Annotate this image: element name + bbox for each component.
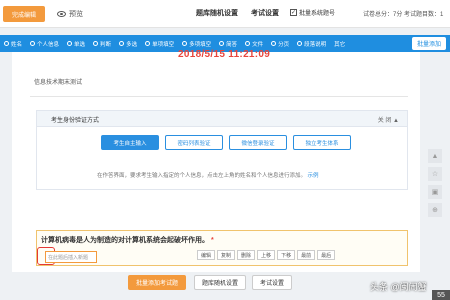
id-icon [30, 41, 36, 46]
toolbar-item-multi-choice[interactable]: 多选 [119, 40, 137, 48]
toolbar-label: 多选 [126, 41, 138, 48]
toolbar-label: 文件 [252, 41, 264, 48]
identity-verify-panel: 考生身份验证方式 关 闭 ▲ 考生自主输入 密码列表验证 微信登录验证 独立考生… [36, 110, 408, 190]
toolbar-label: 分页 [278, 41, 290, 48]
bank-settings-link[interactable]: 题库随机设置 [196, 8, 238, 18]
checkbox-icon[interactable]: ✓ [290, 9, 297, 16]
exam-settings-button[interactable]: 考试设置 [252, 275, 293, 290]
toolbar-label: 单项填空 [152, 41, 175, 48]
question-stem: 计算机病毒是人为制造的对计算机系统会起破坏作用。 [41, 237, 209, 244]
verify-title: 考生身份验证方式 [51, 118, 100, 124]
verify-option-password-list[interactable]: 密码列表验证 [165, 135, 223, 150]
toolbar-item-short-answer[interactable]: 简答 [219, 40, 237, 48]
right-float-tools: ▲ ☆ ▣ ⊕ [428, 149, 442, 217]
radio-icon [67, 41, 73, 46]
toolbar-label: 简答 [226, 41, 238, 48]
toolbar-item-single-choice[interactable]: 单选 [67, 40, 85, 48]
eye-icon [57, 11, 66, 17]
question-actions: 编辑 复制 删除 上移 下移 最前 最后 [197, 250, 336, 260]
top-bar: 完成编辑 预览 题库随机设置 考试设置 ✓ 批量系统题号 试卷总分：7分 考试题… [0, 0, 450, 28]
example-link[interactable]: 示例 [308, 173, 319, 179]
toolbar-item-single-fill[interactable]: 单项填空 [145, 40, 174, 48]
paragraph-icon [297, 41, 303, 46]
question-text: 计算机病毒是人为制造的对计算机系统会起破坏作用。 * [41, 235, 214, 245]
timestamp: 2018/5/15 11:21:09 [178, 49, 271, 60]
toolbar-item-true-false[interactable]: 判断 [93, 40, 111, 48]
verify-option-independent[interactable]: 独立考生体系 [293, 135, 351, 150]
toolbar-item-page[interactable]: 分页 [271, 40, 289, 48]
verify-header: 考生身份验证方式 关 闭 ▲ [37, 111, 407, 127]
required-mark: * [210, 237, 214, 244]
move-up-button[interactable]: 上移 [257, 250, 276, 260]
toolbar-label: 多项填空 [189, 41, 212, 48]
question-block[interactable]: 计算机病毒是人为制造的对计算机系统会起破坏作用。 * 在此题后插入新题 编辑 复… [36, 230, 408, 266]
batch-add-exam-button[interactable]: 批量添加考试题 [128, 275, 187, 290]
feedback-icon[interactable]: ▣ [428, 185, 442, 199]
random-settings-button[interactable]: 题库随机设置 [194, 275, 247, 290]
copy-button[interactable]: 复制 [217, 250, 236, 260]
toolbar-label: 个人信息 [37, 41, 60, 48]
toolbar-item-paragraph[interactable]: 段落说明 [297, 40, 326, 48]
fill-icon [145, 41, 151, 46]
check-icon [93, 41, 99, 46]
verify-note: 在作答界面，要求考生输入指定的个人信息，点击左上角的姓名和个人信息进行添加。 示… [97, 171, 319, 179]
score-info: 试卷总分：7分 考试题目数：1 [363, 12, 444, 18]
verify-note-text: 在作答界面，要求考生输入指定的个人信息，点击左上角的姓名和个人信息进行添加。 [97, 173, 307, 179]
toolbar-item-file[interactable]: 文件 [245, 40, 263, 48]
page-icon [271, 41, 277, 46]
batch-number-label: 批量系统题号 [299, 11, 336, 17]
divider [30, 96, 408, 97]
scroll-top-icon[interactable]: ▲ [428, 149, 442, 163]
toolbar-item-multi-fill[interactable]: 多项填空 [182, 40, 211, 48]
toolbar-item-other[interactable]: 其它 [334, 40, 345, 48]
edit-button[interactable]: 编辑 [197, 250, 216, 260]
multi-icon [119, 41, 125, 46]
answer-icon [219, 41, 225, 46]
insert-question-link[interactable]: 在此题后插入新题 [45, 251, 97, 263]
fill-multi-icon [182, 41, 188, 46]
finish-edit-button[interactable]: 完成编辑 [3, 6, 45, 22]
toolbar-item-name[interactable]: 姓名 [4, 40, 22, 48]
watermark: 头条 @闽闹蟹 [370, 282, 427, 292]
collapse-toggle[interactable]: 关 闭 ▲ [378, 115, 399, 124]
favorite-icon[interactable]: ☆ [428, 167, 442, 181]
toolbar-item-personal-info[interactable]: 个人信息 [30, 40, 59, 48]
toolbar-label: 段落说明 [304, 41, 327, 48]
preview-label: 预览 [69, 11, 83, 18]
delete-button[interactable]: 删除 [237, 250, 256, 260]
preview-button[interactable]: 预览 [57, 8, 83, 20]
verify-option-self-input[interactable]: 考生自主输入 [101, 135, 159, 150]
person-icon [4, 41, 9, 46]
exam-settings-link[interactable]: 考试设置 [251, 8, 279, 18]
help-icon[interactable]: ⊕ [428, 203, 442, 217]
toolbar-label: 姓名 [11, 41, 23, 48]
batch-number-toggle[interactable]: ✓ 批量系统题号 [290, 8, 335, 17]
toolbar-label: 其它 [334, 41, 346, 48]
file-icon [245, 41, 251, 46]
toolbar-label: 单选 [74, 41, 86, 48]
move-first-button[interactable]: 最前 [297, 250, 316, 260]
verify-option-wechat[interactable]: 微信登录验证 [229, 135, 287, 150]
exam-title[interactable]: 信息技术期末测试 [34, 77, 82, 86]
move-last-button[interactable]: 最后 [317, 250, 336, 260]
toolbar-label: 判断 [100, 41, 112, 48]
batch-add-button[interactable]: 批量添加 [411, 37, 446, 50]
move-down-button[interactable]: 下移 [277, 250, 296, 260]
page-number: 55 [432, 290, 450, 300]
